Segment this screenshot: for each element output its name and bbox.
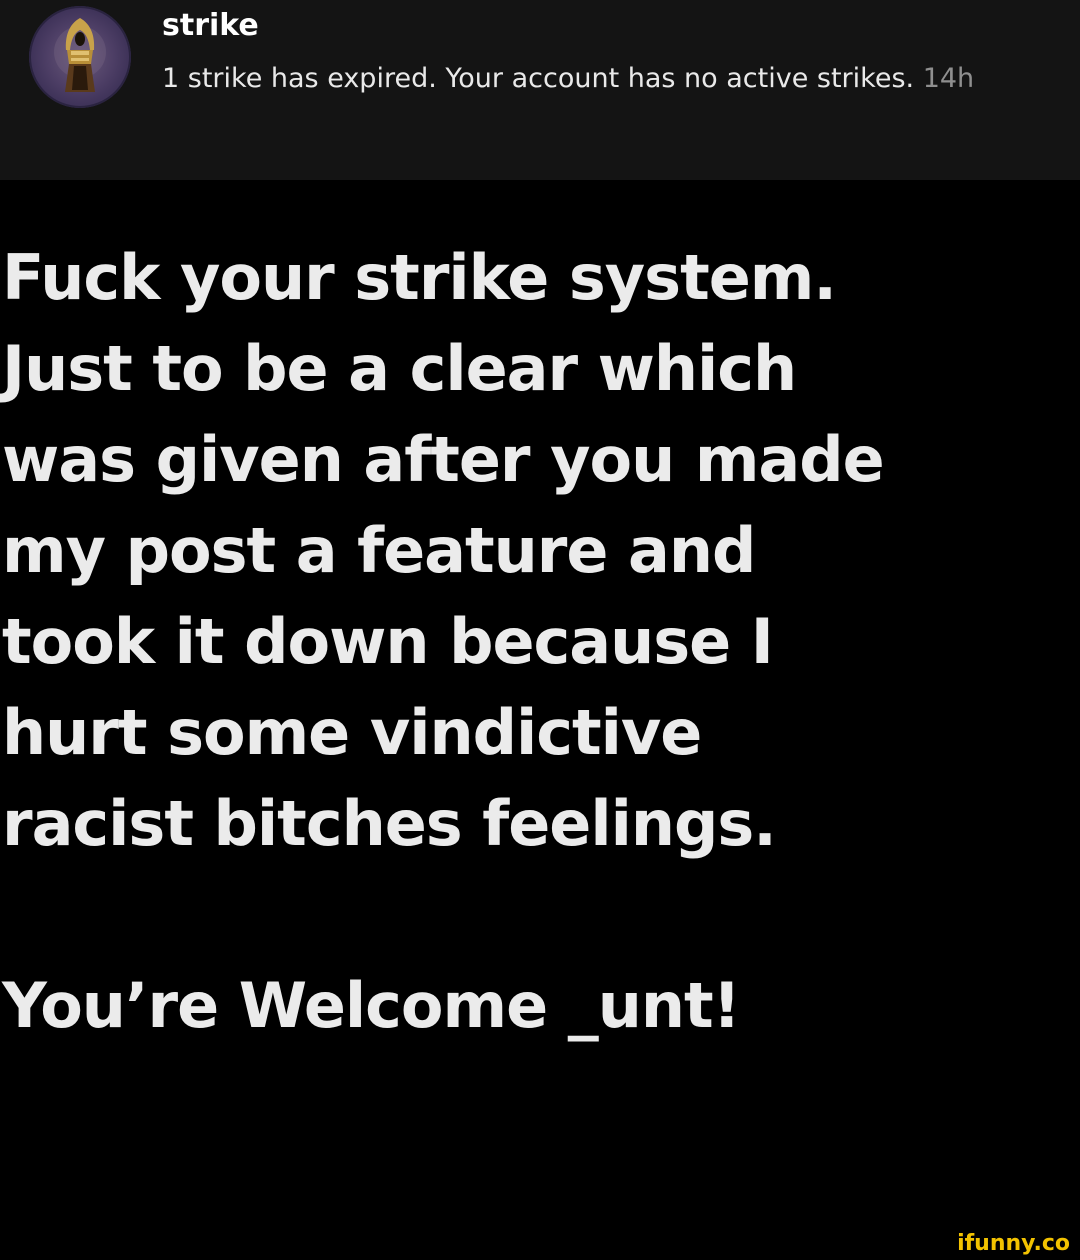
post-line: hurt some vindictive <box>2 696 702 769</box>
post-line: Just to be a clear which <box>2 332 797 405</box>
post-closing-line: You’re Welcome _unt! <box>2 969 741 1042</box>
watermark-logo: ifunny.co <box>957 1231 1070 1256</box>
post-line: Fuck your strike system. <box>2 241 837 314</box>
post-line: took it down because I <box>2 605 774 678</box>
notification-time: 14h <box>922 63 975 94</box>
post-line: was given after you made <box>2 423 885 496</box>
post-line: my post a feature and <box>2 514 756 587</box>
notification-title: strike <box>162 8 259 43</box>
post-body: Fuck your strike system. Just to be a cl… <box>2 232 1080 1051</box>
notification-message: 1 strike has expired. Your account has n… <box>162 59 982 99</box>
notification-card[interactable]: strike 1 strike has expired. Your accoun… <box>0 0 1080 180</box>
hooded-figure-icon <box>29 6 131 108</box>
notification-text: 1 strike has expired. Your account has n… <box>162 63 915 94</box>
post-line: racist bitches feelings. <box>2 787 777 860</box>
avatar[interactable] <box>29 6 131 108</box>
